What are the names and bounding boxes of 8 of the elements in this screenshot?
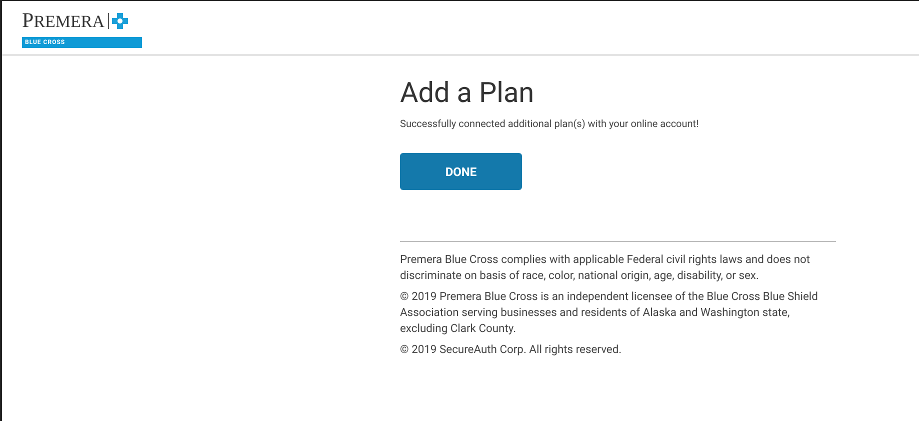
- cross-icon: [112, 12, 128, 28]
- done-button[interactable]: DONE: [400, 153, 522, 190]
- logo-wordmark: PREMERA: [22, 8, 105, 33]
- footer-text: © 2019 SecureAuth Corp. All rights reserved.: [400, 342, 623, 358]
- page-title: Add a Plan: [400, 76, 536, 109]
- success-message: Successfully connected additional plan(s) with your online account!: [400, 119, 700, 130]
- footer-text: Premera Blue Cross complies with applicable Federal civil rights laws and does not discriminate on basis of race, color, national origin, age, disability, or sex.: [400, 252, 812, 284]
- footer-text: © 2019 Premera Blue Cross is an independent licensee of the Blue Cross Blue Shield Association serving businesses and residents of Alaska and Washington state, excluding Clark County.: [400, 289, 819, 337]
